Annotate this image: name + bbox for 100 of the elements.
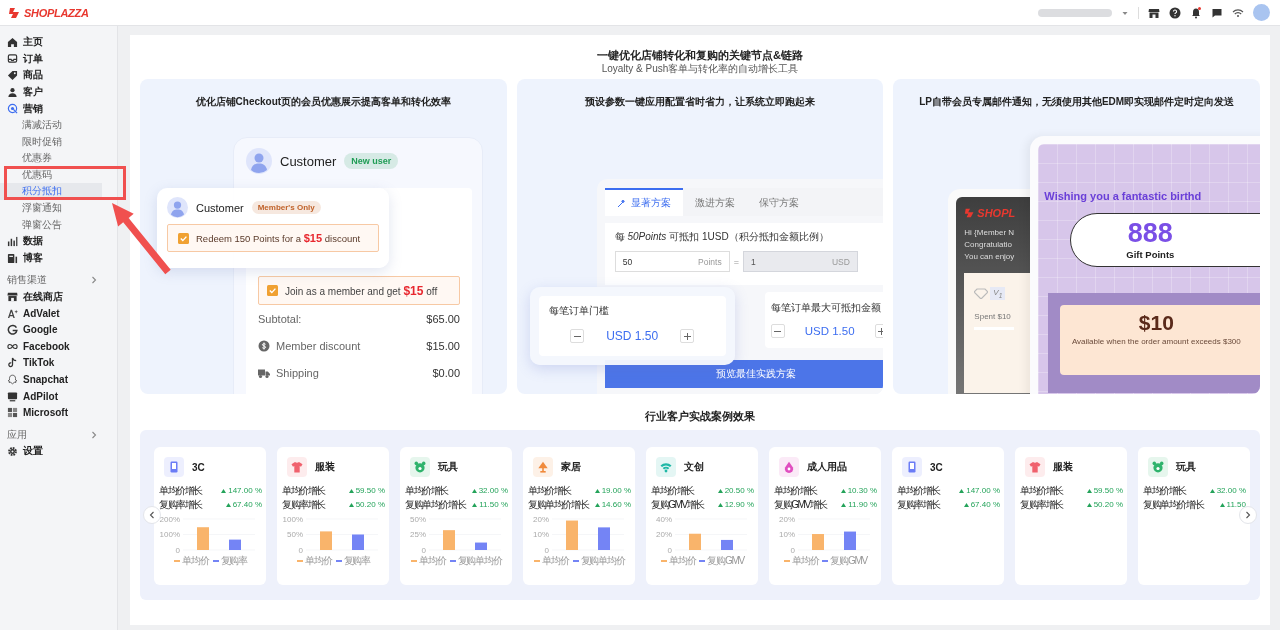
bar [566,520,578,550]
bar [443,530,455,550]
metric-label: 单均价增长 [897,485,940,497]
sidebar-item[interactable]: 数据 [0,233,117,250]
axis-label: 10% [779,530,795,540]
sidebar-item[interactable]: Snapchat [0,371,117,388]
chevron-right-icon [1245,511,1251,519]
chevron-left-icon [149,511,155,519]
number-field[interactable]: 50 Points [614,251,730,272]
sidebar-item[interactable]: 营销 [0,100,117,117]
axis-label: 10% [533,530,549,540]
sidebar-item[interactable]: 在线商店 [0,288,117,305]
sidebar-item[interactable]: 设置 [0,443,117,460]
feature-caption: 优化店铺Checkout页的会员优惠展示提高客单和转化效率 [194,96,453,108]
ghost-icon [7,374,18,386]
document-icon [7,252,18,264]
sidebar-subitem[interactable]: 满减活动 [0,116,102,134]
music-note-icon [7,357,18,369]
offer-text: Redeem 150 Points for a $15 discount [196,232,361,244]
sidebar-item[interactable]: AdPilot [0,387,117,405]
metric-value: 10.30 % [847,485,877,497]
sidebar-item[interactable]: TikTok [0,354,117,372]
offer-option[interactable]: Redeem 150 Points for a $15 discount [167,224,379,252]
axis-label: 0 [667,545,672,554]
sidebar-subitem[interactable]: 优惠券 [0,150,102,167]
sidebar-item[interactable]: Google [0,321,117,339]
sidebar-subitem[interactable]: 弹窗公告 [0,216,102,234]
sidebar-subitem[interactable]: 优惠码 [0,166,102,184]
up-triangle-icon [348,489,354,493]
up-triangle-icon [221,489,227,493]
legend-label: 复购GMV [707,554,745,568]
tab[interactable]: 激进方案 [682,188,747,216]
sidebar-item[interactable]: AdValet [0,304,117,322]
sidebar-item[interactable]: 博客 [0,249,117,267]
decrease-button[interactable] [570,329,585,343]
metric-value: 11.50 % [479,499,508,511]
axis-label: 20% [779,514,795,524]
sidebar-item[interactable]: 商品 [0,67,117,84]
sidebar-item[interactable]: Facebook [0,338,117,355]
target-icon [7,103,18,115]
tab[interactable]: 显著方案 [604,188,683,216]
legend-label: 单均价 [182,554,209,568]
wand-icon [616,198,626,208]
sidebar-item[interactable]: 主页 [0,34,117,51]
grid-icon [7,407,18,419]
sidebar-item[interactable]: 订单 [0,50,117,68]
logo-text: SHOPL [977,207,1016,219]
up-triangle-icon [472,503,478,507]
axis-label: 40% [656,514,672,524]
axis-label: 25% [410,530,426,540]
up-triangle-icon [963,503,969,507]
axis-label: 0 [175,545,180,554]
axis-label: 50% [287,530,303,540]
tab[interactable]: 保守方案 [746,188,811,216]
metric-value: 59.50 % [355,485,385,497]
chevron-right-icon [91,276,97,285]
inbox-icon [7,53,18,65]
settings-icon [7,445,18,457]
checkbox[interactable] [267,285,278,296]
stepper-label: 每笔订单门槛 [548,304,610,318]
legend-label: 单均价 [305,554,332,568]
legend-label: 复购率 [220,554,247,568]
sidebar-subitem[interactable]: 浮窗通知 [0,199,102,217]
metric-value: 67.40 % [970,499,1000,511]
summary-label: Member discount [276,339,361,352]
stepper-label: 每笔订单最大可抵扣金额 [770,301,882,315]
points-value: 888 [1126,217,1174,249]
sidebar-subitem[interactable]: 限时促销 [0,133,102,151]
bar [689,533,701,550]
home-icon [7,36,18,48]
sidebar-item[interactable]: 客户 [0,83,117,101]
decrease-button[interactable] [770,324,785,338]
increase-button[interactable] [874,324,884,338]
metric-label: 复购单均价增长 [1143,499,1204,511]
next-button[interactable] [1239,506,1257,524]
person-icon [7,86,18,98]
chat-icon [1211,6,1223,19]
axis-label: 50% [410,514,426,524]
metric-label: 单均价增长 [1143,485,1186,497]
bar [812,534,824,550]
increase-button[interactable] [680,329,695,343]
callout-arrow [112,203,171,275]
section-subtitle: Loyalty & Push客单与转化率的自动增长工具 [600,63,800,75]
offer-option[interactable]: Join as a member and get $15 off [258,276,460,305]
avatar-icon [167,197,188,218]
axis-label: 0 [298,545,303,554]
metric-label: 单均价增长 [651,485,694,497]
metric-label: 单均价增长 [159,485,202,497]
up-triangle-icon [348,503,354,507]
sidebar-item[interactable]: Microsoft [0,404,117,422]
checkbox[interactable] [178,232,189,244]
up-triangle-icon [471,489,477,493]
up-triangle-icon [717,503,723,507]
feature-caption: 预设参数一键应用配置省时省力，让系统立即跑起来 [584,96,816,108]
axis-label: 0 [421,545,426,554]
metric-label: 单均价增长 [282,485,325,497]
tag-icon [7,70,18,81]
summary-value: $15.00 [426,339,460,352]
preview-button[interactable]: 预览最佳实践方案 [604,360,884,388]
previous-button[interactable] [143,506,161,524]
